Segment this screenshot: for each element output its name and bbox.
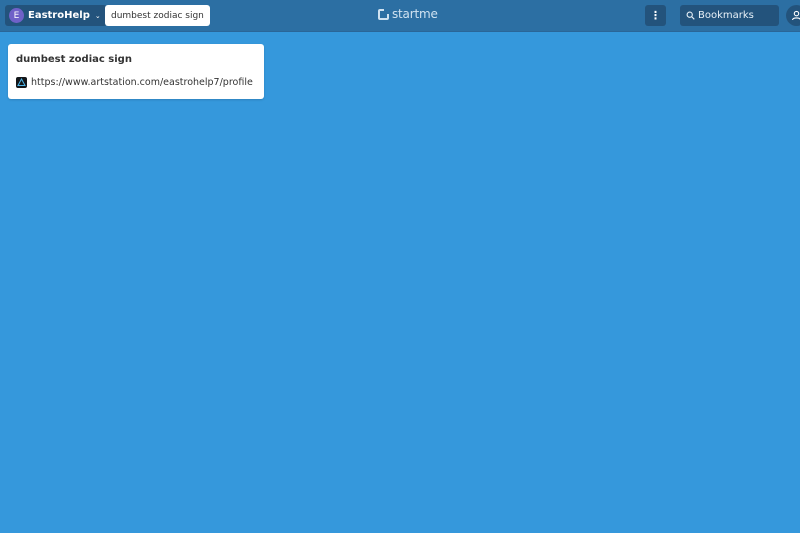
account-switcher-button[interactable]: E EastroHelp ⌄ — [5, 5, 107, 26]
artstation-icon — [16, 77, 27, 88]
more-vertical-icon: ⋮ — [650, 9, 661, 22]
page-tab[interactable]: dumbest zodiac sign — [105, 5, 210, 26]
bookmark-widget: dumbest zodiac sign https://www.artstati… — [8, 44, 264, 99]
bookmark-search-box[interactable] — [680, 5, 779, 26]
more-options-button[interactable]: ⋮ — [645, 5, 666, 26]
logo-text: startme — [392, 7, 438, 21]
user-icon — [791, 6, 800, 25]
widget-title[interactable]: dumbest zodiac sign — [16, 54, 132, 65]
top-navigation-bar: E EastroHelp ⌄ dumbest zodiac sign start… — [0, 0, 800, 32]
user-profile-button[interactable] — [786, 5, 800, 26]
search-input[interactable] — [698, 10, 776, 21]
startme-logo-icon — [378, 8, 389, 20]
bookmark-link[interactable]: https://www.artstation.com/eastrohelp7/p… — [16, 77, 253, 88]
avatar: E — [9, 8, 24, 23]
startme-logo[interactable]: startme — [378, 7, 438, 21]
account-name: EastroHelp — [28, 10, 90, 21]
bookmark-url: https://www.artstation.com/eastrohelp7/p… — [31, 77, 253, 88]
chevron-down-icon: ⌄ — [94, 11, 101, 20]
search-icon — [686, 11, 695, 20]
